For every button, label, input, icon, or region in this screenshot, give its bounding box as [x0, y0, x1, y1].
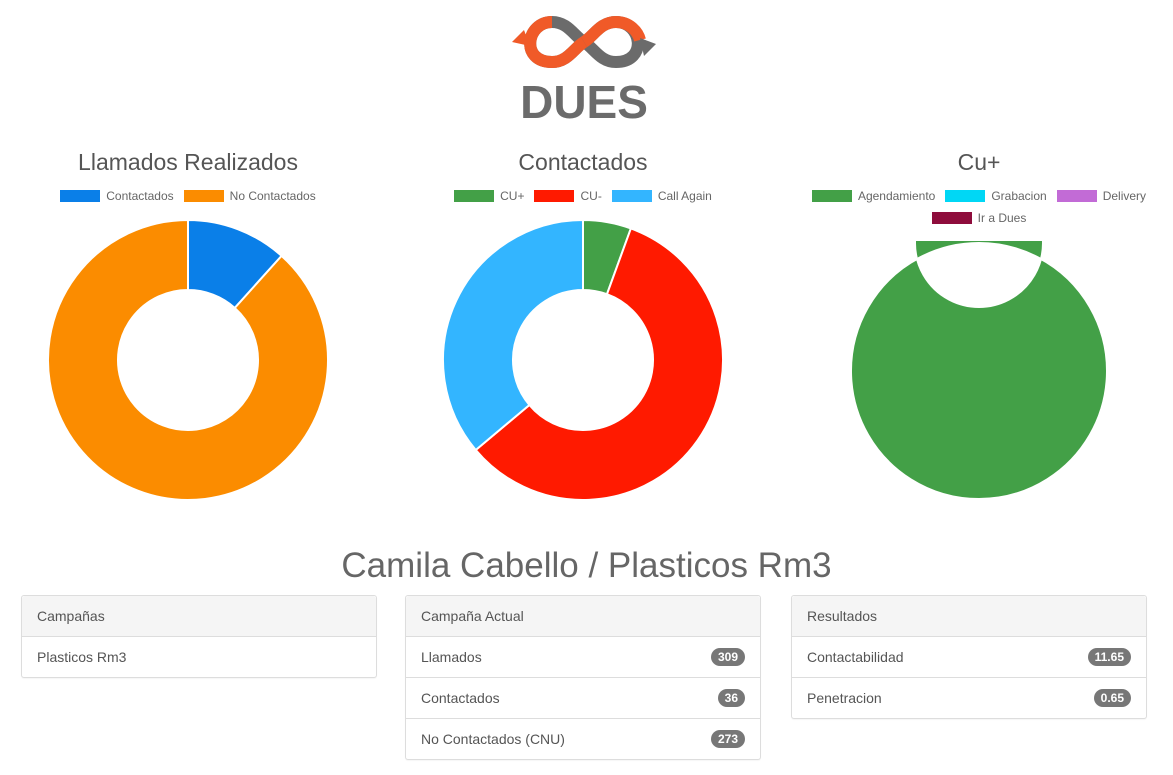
- svg-text:DUES: DUES: [520, 76, 648, 124]
- legend-label: Agendamiento: [857, 189, 936, 203]
- chart-legend: Contactados No Contactados: [0, 188, 383, 210]
- page-title: Camila Cabello / Plasticos Rm3: [341, 546, 832, 585]
- list-item-contactabilidad: Contactabilidad 11.65: [792, 637, 1146, 678]
- chart-legend: CU+ CU- Call Again: [388, 188, 778, 210]
- legend-item-no-contactados[interactable]: No Contactados: [183, 188, 316, 204]
- donut-chart: [47, 218, 329, 501]
- list-item-contactados: Contactados 36: [406, 678, 760, 719]
- donut-chart: [850, 241, 1108, 500]
- list-item-label: Penetracion: [807, 690, 882, 706]
- list-item-label: Llamados: [421, 649, 482, 665]
- legend-label: CU+: [500, 189, 525, 203]
- donut-chart: [442, 218, 724, 501]
- panel-resultados: Resultados Contactabilidad 11.65 Penetra…: [791, 595, 1147, 719]
- legend-label: Call Again: [657, 189, 712, 203]
- list-item-llamados: Llamados 309: [406, 637, 760, 678]
- chart-contactados: Contactados CU+ CU- Call Again: [388, 146, 778, 210]
- legend-label: Ir a Dues: [977, 211, 1027, 225]
- legend-swatch: [945, 190, 986, 202]
- legend-item-agendamiento[interactable]: Agendamiento: [811, 188, 936, 204]
- dues-logo: DUES: [512, 15, 656, 124]
- legend-swatch: [183, 190, 224, 202]
- legend-label: CU-: [580, 189, 602, 203]
- chart-title: Cu+: [957, 149, 1001, 175]
- chart-cu-plus: Cu+ Agendamiento Grabacion Delivery Ir a Du…: [784, 146, 1173, 232]
- legend-item-contactados[interactable]: Contactados: [60, 188, 174, 204]
- legend-item-call-again[interactable]: Call Again: [611, 188, 712, 204]
- legend-item-ir-a-dues[interactable]: Ir a Dues: [931, 210, 1027, 226]
- campaign-item-label: Plasticos Rm3: [37, 649, 127, 665]
- legend-swatch: [611, 190, 652, 202]
- chart-title: Llamados Realizados: [78, 149, 298, 175]
- legend-item-cu-[interactable]: CU-: [534, 188, 602, 204]
- panel-heading: Campañas: [22, 596, 376, 637]
- panel-heading: Resultados: [792, 596, 1146, 637]
- list-item-penetracion: Penetracion 0.65: [792, 678, 1146, 718]
- legend-label: No Contactados: [229, 189, 316, 203]
- slice-no-contactados[interactable]: [47, 218, 329, 501]
- count-badge: 309: [710, 648, 745, 666]
- panel-heading: Campaña Actual: [406, 596, 760, 637]
- rate-badge: 11.65: [1087, 648, 1131, 666]
- legend-label: Contactados: [106, 189, 174, 203]
- legend-label: Grabacion: [991, 189, 1047, 203]
- list-item-label: No Contactados (CNU): [421, 731, 565, 747]
- slice-agendamiento[interactable]: [850, 241, 1108, 500]
- legend-swatch: [454, 190, 495, 202]
- legend-swatch: [60, 190, 101, 202]
- count-badge: 273: [710, 730, 745, 748]
- legend-item-delivery[interactable]: Delivery: [1056, 188, 1147, 204]
- count-badge: 36: [717, 689, 745, 707]
- chart-llamados-realizados: Llamados Realizados Contactados No Contac…: [0, 146, 383, 210]
- campaign-item[interactable]: Plasticos Rm3: [22, 637, 376, 677]
- legend-item-cu-[interactable]: CU+: [454, 188, 524, 204]
- legend-swatch: [931, 212, 972, 224]
- legend-label: Delivery: [1102, 189, 1147, 203]
- chart-legend: Agendamiento Grabacion Delivery Ir a Dues: [784, 188, 1173, 232]
- legend-swatch: [534, 190, 575, 202]
- chart-title: Contactados: [518, 149, 648, 175]
- panel-campana-actual: Campaña Actual Llamados 309 Contactados …: [405, 595, 761, 760]
- panel-campanas: Campañas Plasticos Rm3: [21, 595, 377, 678]
- legend-swatch: [811, 190, 852, 202]
- legend-swatch: [1056, 190, 1097, 202]
- list-item-label: Contactabilidad: [807, 649, 904, 665]
- list-item-label: Contactados: [421, 690, 500, 706]
- list-item-no-contactados: No Contactados (CNU) 273: [406, 719, 760, 759]
- rate-badge: 0.65: [1093, 689, 1131, 707]
- legend-item-grabacion[interactable]: Grabacion: [945, 188, 1047, 204]
- slice-call-again[interactable]: [442, 218, 584, 452]
